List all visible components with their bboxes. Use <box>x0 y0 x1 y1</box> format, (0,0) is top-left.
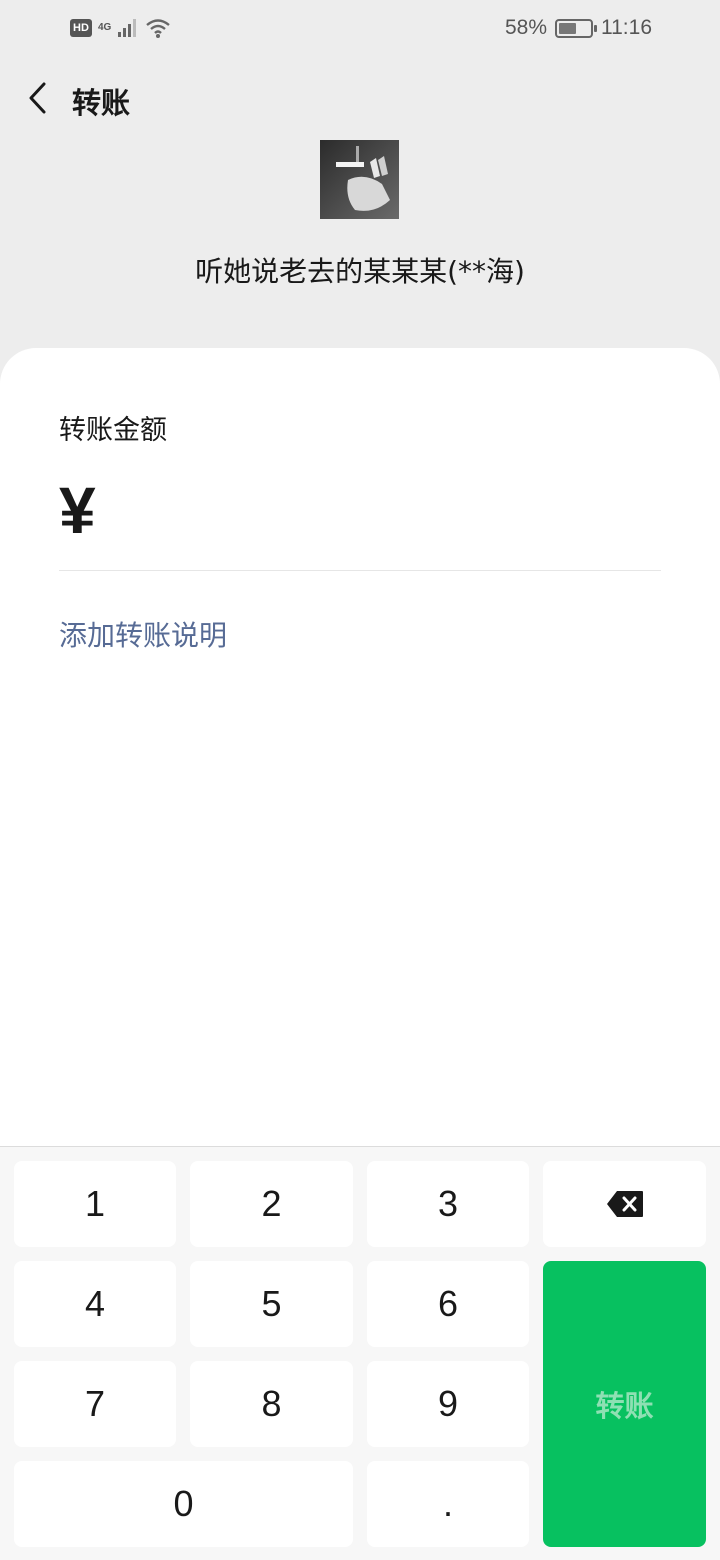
key-7[interactable]: 7 <box>14 1361 176 1447</box>
recipient-avatar[interactable] <box>320 140 399 219</box>
network-type: 4G <box>98 22 112 33</box>
status-left: HD 4G <box>70 14 171 42</box>
battery-percent: 58% <box>504 16 547 39</box>
wifi-icon <box>146 19 171 38</box>
battery-icon <box>555 18 597 38</box>
amount-row: ¥ <box>59 470 626 550</box>
amount-input[interactable] <box>105 476 626 544</box>
key-4[interactable]: 4 <box>14 1261 176 1347</box>
key-9[interactable]: 9 <box>367 1361 529 1447</box>
back-button[interactable] <box>18 76 58 120</box>
confirm-transfer-button[interactable]: 转账 <box>543 1261 706 1547</box>
battery-fill <box>559 22 577 34</box>
key-3[interactable]: 3 <box>367 1161 529 1247</box>
nav-header: 转账 <box>0 60 720 136</box>
key-0[interactable]: 0 <box>14 1461 353 1547</box>
key-6[interactable]: 6 <box>367 1261 529 1347</box>
signal-icon <box>118 19 137 37</box>
status-bar: HD 4G 58% 11:16 <box>0 0 720 56</box>
status-right: 58% 11:16 <box>505 14 652 42</box>
key-5[interactable]: 5 <box>190 1261 353 1347</box>
key-dot[interactable]: . <box>367 1461 529 1547</box>
delete-key[interactable] <box>543 1161 706 1247</box>
amount-divider <box>59 570 661 571</box>
hd-badge: HD <box>70 19 92 37</box>
key-1[interactable]: 1 <box>14 1161 176 1247</box>
add-note-link[interactable]: 添加转账说明 <box>59 614 227 654</box>
page-title: 转账 <box>72 86 131 120</box>
transfer-card: 转账金额 ¥ 添加转账说明 <box>0 348 720 1148</box>
key-8[interactable]: 8 <box>190 1361 353 1447</box>
currency-symbol: ¥ <box>59 473 96 547</box>
recipient-name: 听她说老去的某某某(**海) <box>195 255 525 288</box>
backspace-icon <box>606 1191 643 1217</box>
chevron-left-icon <box>29 82 46 114</box>
key-2[interactable]: 2 <box>190 1161 353 1247</box>
clock: 11:16 <box>601 16 652 39</box>
amount-label: 转账金额 <box>59 415 167 446</box>
avatar-image <box>320 140 399 219</box>
numeric-keypad: 1 2 3 4 5 6 7 8 9 0 . 转账 <box>0 1146 720 1560</box>
